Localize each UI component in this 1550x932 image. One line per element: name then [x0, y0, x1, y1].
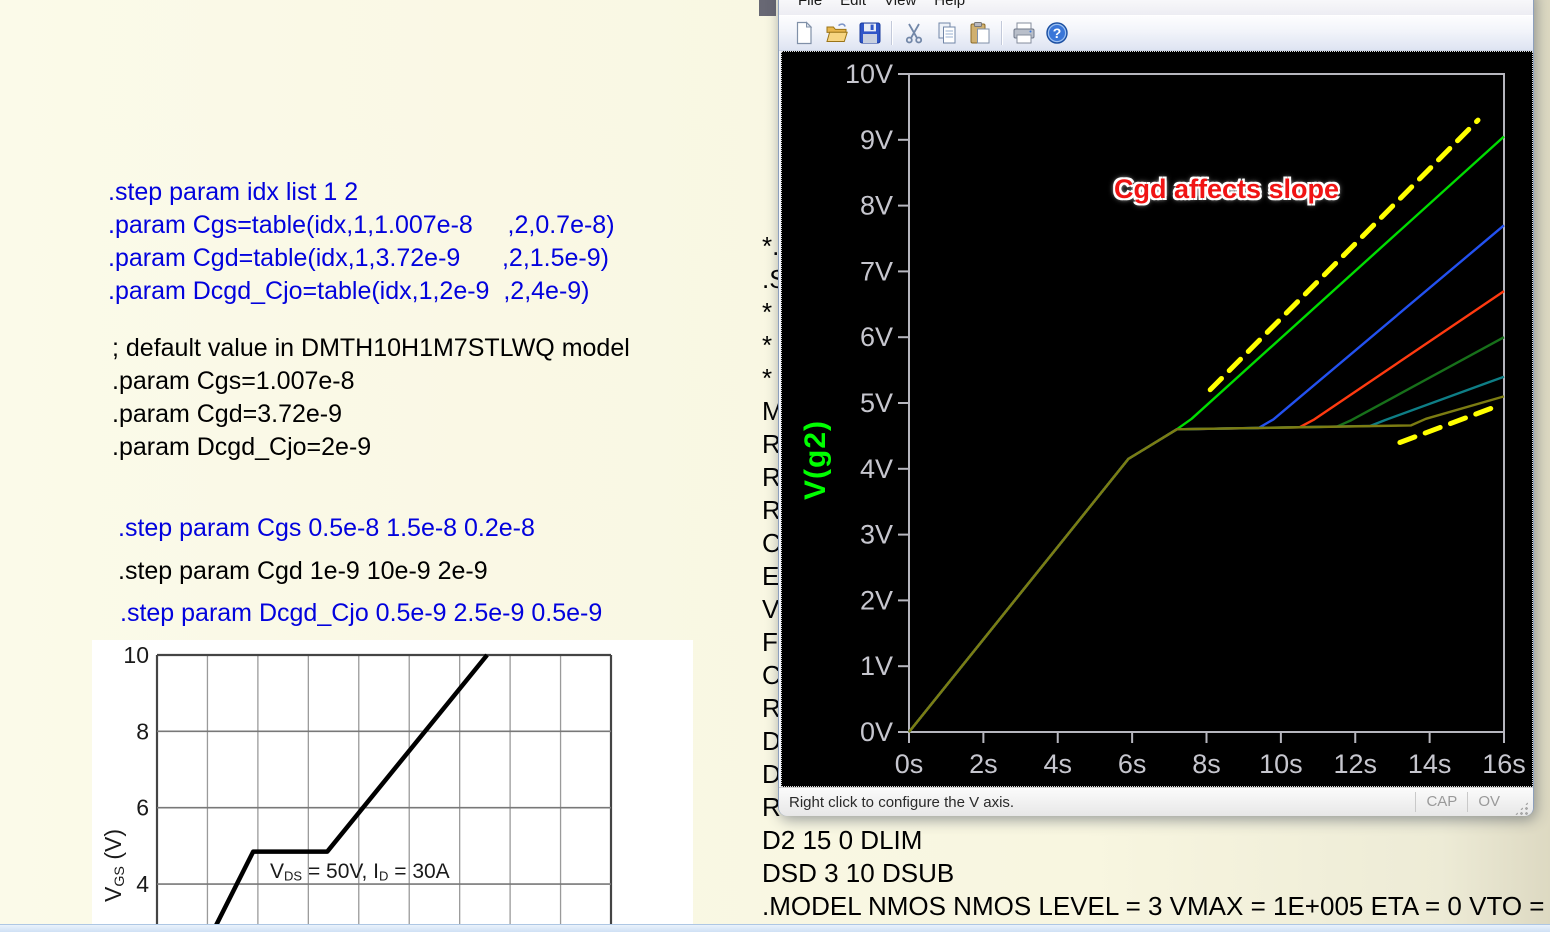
resize-grip[interactable] — [1514, 801, 1529, 816]
x-tick-label: 0s — [895, 749, 924, 779]
new-document-button[interactable] — [790, 20, 817, 47]
spice-directives-table: .step param idx list 1 2.param Cgs=table… — [108, 176, 615, 308]
y-tick-label: 0V — [860, 717, 893, 747]
waveform-plot-panel[interactable]: 0V 1V 2V 3V 4V 5V 6V 7V 8V 9V 10V 0s 2s 4s 6s 8s 10s 12s 1… — [781, 51, 1533, 787]
spice-comment-line: .param Cgs=1.007e-8 — [112, 365, 630, 398]
toolbar-separator — [1001, 21, 1002, 45]
print-icon — [1012, 21, 1036, 45]
x-tick-label: 4s — [1043, 749, 1072, 779]
print-button[interactable] — [1010, 20, 1037, 47]
x-tick-label: 10s — [1259, 749, 1303, 779]
spice-step-dcgd: .step param Dcgd_Cjo 0.5e-9 2.5e-9 0.5e-… — [120, 599, 602, 628]
help-icon: ? — [1045, 21, 1069, 45]
datasheet-test-conditions: VDS = 50V, ID = 30A — [270, 860, 450, 884]
x-tick-label: 8s — [1192, 749, 1221, 779]
spice-directive-line: .step param idx list 1 2 — [108, 176, 615, 209]
waveform-y-axis-label: V(g2) — [799, 420, 833, 500]
ds-curve-gate-charge-curve — [212, 655, 487, 932]
save-floppy-icon — [858, 21, 882, 45]
subscript-text: D — [379, 869, 388, 884]
x-tick-label: 12s — [1333, 749, 1377, 779]
bottom-edge-strip — [0, 924, 1550, 932]
spice-comment-line: ; default value in DMTH10H1M7STLWQ model — [112, 332, 630, 365]
spice-step-cgd: .step param Cgd 1e-9 10e-9 2e-9 — [118, 557, 488, 586]
datasheet-gate-charge-figure: 10864 VGS (V) VDS = 50V, ID = 30A — [92, 640, 693, 932]
datasheet-y-axis-label: VGS (V) — [100, 829, 128, 902]
x-tick-label: 16s — [1482, 749, 1526, 779]
waveform-annotation: Cgd affects slope — [1114, 174, 1339, 205]
toolbar-separator — [891, 21, 892, 45]
x-tick-label: 2s — [969, 749, 998, 779]
waveform-chart-canvas: 0V 1V 2V 3V 4V 5V 6V 7V 8V 9V 10V 0s 2s 4s 6s 8s 10s 12s 1… — [782, 52, 1532, 786]
subscript-text: GS — [112, 866, 128, 887]
spice-comment-line: .param Dcgd_Cjo=2e-9 — [112, 431, 630, 464]
spice-directive-line: .param Cgd=table(idx,1,3.72e-9 ,2,1.5e-9… — [108, 242, 615, 275]
text-run: (V) — [100, 829, 126, 866]
waveform-viewer-window: FileEditViewHelp — [778, 0, 1534, 816]
status-pane-cap: CAP — [1415, 792, 1467, 812]
x-tick-label: 14s — [1408, 749, 1452, 779]
y-tick-label: 4V — [860, 454, 893, 484]
wave-axis-box — [909, 74, 1504, 732]
new-document-icon — [792, 21, 816, 45]
ds-y-tick-label: 10 — [123, 642, 149, 668]
save-button[interactable] — [856, 20, 883, 47]
netlist-line: D2 15 0 DLIM — [762, 824, 1545, 857]
y-tick-label: 7V — [860, 256, 893, 286]
y-tick-label: 5V — [860, 388, 893, 418]
open-button[interactable] — [823, 20, 850, 47]
y-tick-label: 3V — [860, 520, 893, 550]
toolbar: ? — [779, 15, 1533, 51]
spice-comment-line: .param Cgd=3.72e-9 — [112, 398, 630, 431]
text-run: = 50V, I — [302, 860, 379, 883]
copy-button[interactable] — [933, 20, 960, 47]
y-tick-label: 8V — [860, 191, 893, 221]
ds-y-tick-label: 4 — [136, 871, 149, 897]
menu-file[interactable]: File — [789, 0, 831, 9]
datasheet-chart-canvas: 10 8 6 4 — [92, 640, 693, 932]
paste-clipboard-icon — [968, 21, 992, 45]
cut-scissors-icon — [902, 21, 926, 45]
y-tick-label: 2V — [860, 585, 893, 615]
netlist-line: DSD 3 10 DSUB — [762, 857, 1545, 890]
spice-directive-line: .param Cgs=table(idx,1,1.007e-8 ,2,0.7e-… — [108, 209, 615, 242]
help-button[interactable]: ? — [1043, 20, 1070, 47]
paste-button[interactable] — [966, 20, 993, 47]
spice-comment-defaults: ; default value in DMTH10H1M7STLWQ model… — [112, 332, 630, 464]
menu-help[interactable]: Help — [925, 0, 974, 9]
x-tick-label: 6s — [1118, 749, 1147, 779]
screen: .step param idx list 1 2.param Cgs=table… — [0, 0, 1550, 932]
svg-text:?: ? — [1052, 25, 1061, 41]
text-run: V — [100, 887, 126, 902]
spice-step-cgs: .step param Cgs 0.5e-8 1.5e-8 0.2e-8 — [118, 514, 535, 543]
slope-guide-upper — [1210, 120, 1478, 390]
y-tick-label: 6V — [860, 322, 893, 352]
waveform-trace-trace-3 — [909, 291, 1504, 732]
menu-edit[interactable]: Edit — [831, 0, 875, 9]
status-pane-ov: OV — [1467, 792, 1510, 812]
waveform-trace-trace-6 — [909, 396, 1504, 732]
open-folder-icon — [825, 21, 849, 45]
status-message: Right click to configure the V axis. — [789, 794, 1415, 811]
y-tick-label: 9V — [860, 125, 893, 155]
menu-bar: FileEditViewHelp — [779, 0, 1533, 15]
waveform-trace-trace-4 — [909, 337, 1504, 732]
cut-button[interactable] — [900, 20, 927, 47]
ds-y-tick-label: 6 — [136, 795, 149, 821]
text-run: V — [270, 860, 284, 883]
y-tick-label: 10V — [845, 59, 893, 89]
text-run: = 30A — [388, 860, 449, 883]
netlist-line: .MODEL NMOS NMOS LEVEL = 3 VMAX = 1E+005… — [762, 890, 1545, 923]
copy-icon — [935, 21, 959, 45]
waveform-trace-trace-1 — [909, 137, 1504, 733]
background-window-fragment — [759, 0, 776, 16]
waveform-trace-trace-2 — [909, 225, 1504, 732]
menu-view[interactable]: View — [875, 0, 925, 9]
y-tick-label: 1V — [860, 651, 893, 681]
spice-directive-line: .param Dcgd_Cjo=table(idx,1,2e-9 ,2,4e-9… — [108, 275, 615, 308]
subscript-text: DS — [284, 869, 302, 884]
status-bar: Right click to configure the V axis. CAP… — [779, 787, 1533, 816]
ds-y-tick-label: 8 — [136, 718, 149, 744]
